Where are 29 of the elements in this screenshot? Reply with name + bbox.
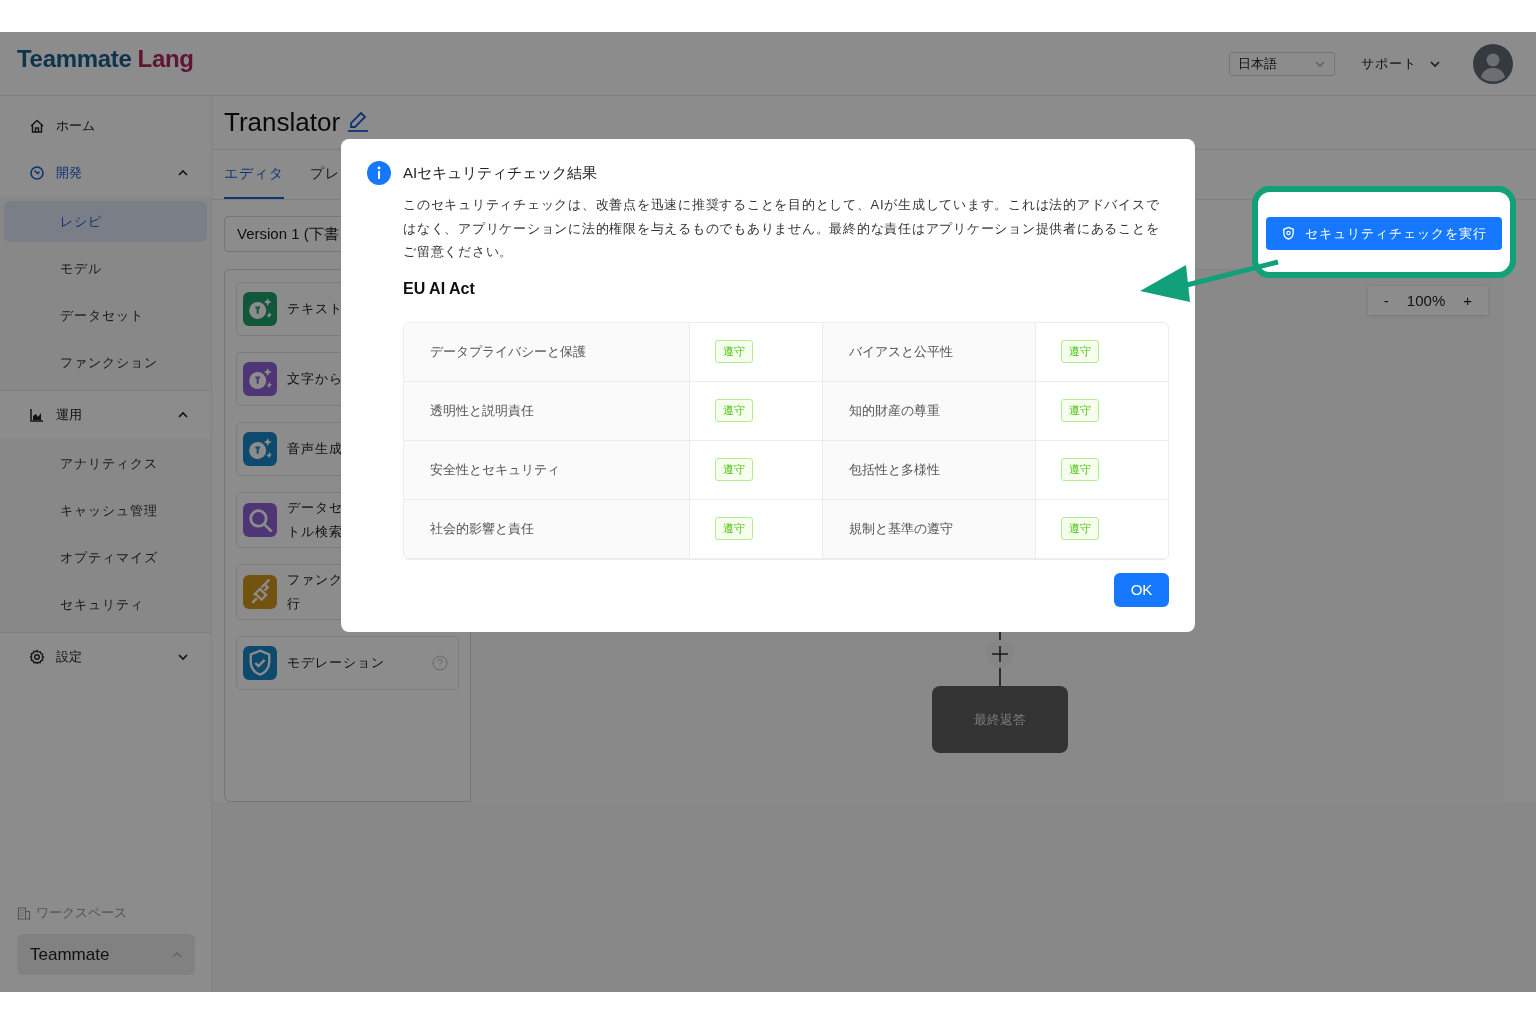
table-cell: 透明性と説明責任 bbox=[404, 381, 690, 441]
status-tag: 遵守 bbox=[1061, 458, 1099, 481]
status-tag: 遵守 bbox=[715, 340, 753, 363]
table-cell: バイアスと公平性 bbox=[823, 322, 1036, 382]
node-label: 文字から bbox=[287, 370, 343, 388]
table-cell: データプライバシーと保護 bbox=[404, 322, 690, 382]
table-cell: 安全性とセキュリティ bbox=[404, 440, 690, 500]
logo: Teammate Lang bbox=[17, 44, 194, 73]
table-cell: 規制と基準の遵守 bbox=[823, 499, 1036, 559]
node-label: データセ bbox=[287, 499, 343, 517]
table-cell: 社会的影響と責任 bbox=[404, 499, 690, 559]
node-label: トル検索 bbox=[287, 523, 343, 541]
zoom-level: 100% bbox=[1406, 292, 1446, 309]
node-label: 行 bbox=[287, 595, 301, 613]
status-tag: 遵守 bbox=[1061, 517, 1099, 540]
page-title: Translator bbox=[224, 107, 341, 138]
table-cell: 包括性と多様性 bbox=[823, 440, 1036, 500]
node-label: テキスト bbox=[287, 300, 343, 318]
node-label: 音声生成 bbox=[287, 440, 343, 458]
node-label: ファンク bbox=[287, 571, 343, 589]
node-label: モデレーション bbox=[287, 654, 385, 672]
status-tag: 遵守 bbox=[715, 517, 753, 540]
dialog-title: AIセキュリティチェック結果 bbox=[403, 163, 598, 183]
status-tag: 遵守 bbox=[1061, 399, 1099, 422]
status-tag: 遵守 bbox=[1061, 340, 1099, 363]
table-cell: 知的財産の尊重 bbox=[823, 381, 1036, 441]
status-tag: 遵守 bbox=[715, 399, 753, 422]
section-heading: EU AI Act bbox=[403, 279, 476, 298]
status-tag: 遵守 bbox=[715, 458, 753, 481]
